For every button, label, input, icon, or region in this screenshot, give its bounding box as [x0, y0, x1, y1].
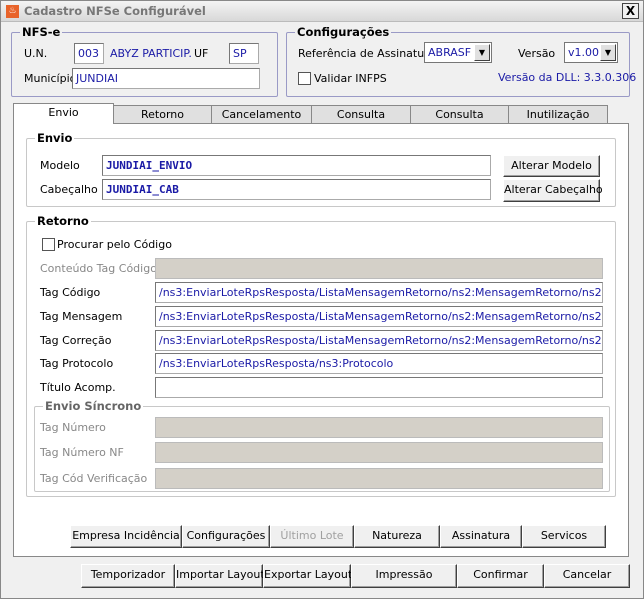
- servicos-button[interactable]: Servicos: [522, 525, 606, 548]
- tag-protocolo-label: Tag Protocolo: [40, 357, 114, 370]
- temporizador-button[interactable]: Temporizador: [81, 564, 175, 588]
- ref-assinatura-value: ABRASF: [428, 46, 472, 59]
- company-name: ABYZ PARTICIP.: [110, 47, 192, 60]
- tab-envio[interactable]: Envio: [13, 103, 114, 124]
- municipio-label: Município: [24, 72, 77, 85]
- alterar-modelo-button[interactable]: Alterar Modelo: [503, 155, 600, 177]
- modelo-label: Modelo: [40, 159, 80, 172]
- empresa-incidencia-button[interactable]: Empresa Incidência: [70, 525, 182, 548]
- tag-numero-field: [155, 417, 603, 438]
- cancelar-button[interactable]: Cancelar: [544, 564, 630, 588]
- assinatura-button[interactable]: Assinatura: [440, 525, 522, 548]
- ultimo-lote-button: Último Lote: [270, 525, 354, 548]
- dll-version: Versão da DLL: 3.3.0.306: [498, 71, 637, 84]
- tag-correcao-field[interactable]: /ns3:EnviarLoteRpsResposta/ListaMensagem…: [155, 330, 603, 351]
- conteudo-tag-field: [155, 258, 603, 279]
- municipio-field[interactable]: JUNDIAI: [72, 68, 260, 89]
- exportar-layout-button[interactable]: Exportar Layout: [263, 564, 352, 588]
- uf-label: UF: [194, 47, 209, 60]
- titulo-acomp-field[interactable]: [155, 377, 603, 398]
- chevron-down-icon[interactable]: ▼: [474, 44, 490, 61]
- tag-numero-nf-label: Tag Número NF: [40, 446, 124, 459]
- tag-cod-verificacao-field: [155, 468, 603, 489]
- retorno-group-title: Retorno: [35, 214, 91, 228]
- tag-mensagem-label: Tag Mensagem: [40, 310, 123, 323]
- impressao-button[interactable]: Impressão: [351, 564, 457, 588]
- tag-protocolo-field[interactable]: /ns3:EnviarLoteRpsResposta/ns3:Protocolo: [155, 353, 603, 374]
- tag-cod-verificacao-label: Tag Cód Verificação: [40, 472, 148, 485]
- tag-correcao-label: Tag Correção: [40, 334, 112, 347]
- tab-cancelamento[interactable]: Cancelamento: [211, 105, 312, 124]
- chevron-down-icon[interactable]: ▼: [600, 44, 616, 61]
- configuracoes-button[interactable]: Configurações: [182, 525, 270, 548]
- cabecalho-label: Cabeçalho: [40, 183, 98, 196]
- tab-retorno[interactable]: Retorno: [113, 105, 212, 124]
- app-icon: ♨: [6, 5, 19, 18]
- tab-consulta-protocolo[interactable]: Consulta Protocolo: [311, 105, 411, 139]
- procurar-codigo-label: Procurar pelo Código: [57, 238, 172, 251]
- tag-numero-label: Tag Número: [40, 421, 106, 434]
- window-title: Cadastro NFSe Configurável: [24, 4, 206, 18]
- uf-field[interactable]: SP: [229, 43, 259, 64]
- un-field[interactable]: 003: [74, 43, 104, 64]
- nfse-group-title: NFS-e: [20, 25, 63, 39]
- envio-sincrono-title: Envio Síncrono: [43, 399, 144, 413]
- conteudo-tag-label: Conteúdo Tag Código: [40, 262, 157, 275]
- versao-value: v1.00: [568, 46, 600, 59]
- window: ♨ Cadastro NFSe Configurável X NFS-e U.N…: [0, 0, 644, 599]
- config-group-title: Configurações: [295, 25, 392, 39]
- title-bar: ♨ Cadastro NFSe Configurável X: [1, 1, 643, 22]
- tag-codigo-label: Tag Código: [40, 286, 101, 299]
- alterar-cabecalho-button[interactable]: Alterar Cabeçalho: [503, 179, 603, 202]
- versao-select[interactable]: v1.00 ▼: [564, 42, 618, 63]
- cabecalho-field[interactable]: JUNDIAI_CAB: [102, 179, 491, 200]
- tab-panel-envio: Envio Modelo JUNDIAI_ENVIO Alterar Model…: [13, 123, 629, 557]
- tab-inutilizacao[interactable]: Inutilização: [508, 105, 608, 124]
- ref-assinatura-select[interactable]: ABRASF ▼: [424, 42, 492, 63]
- envio-group-title: Envio: [35, 131, 75, 145]
- tab-consulta-situacao[interactable]: Consulta Situação: [410, 105, 509, 139]
- titulo-acomp-label: Título Acomp.: [40, 381, 116, 394]
- importar-layout-button[interactable]: Importar Layout: [175, 564, 265, 588]
- natureza-button[interactable]: Natureza: [354, 525, 440, 548]
- tag-mensagem-field[interactable]: /ns3:EnviarLoteRpsResposta/ListaMensagem…: [155, 306, 603, 327]
- procurar-codigo-checkbox[interactable]: [42, 238, 55, 251]
- tag-numero-nf-field: [155, 442, 603, 463]
- validar-infps-label: Validar INFPS: [314, 72, 387, 85]
- versao-label: Versão: [518, 47, 556, 60]
- modelo-field[interactable]: JUNDIAI_ENVIO: [102, 155, 491, 176]
- ref-assinatura-label: Referência de Assinatura: [298, 47, 436, 60]
- close-button[interactable]: X: [622, 3, 639, 19]
- validar-infps-checkbox[interactable]: [298, 72, 311, 85]
- un-label: U.N.: [24, 47, 48, 60]
- tag-codigo-field[interactable]: /ns3:EnviarLoteRpsResposta/ListaMensagem…: [155, 282, 603, 303]
- confirmar-button[interactable]: Confirmar: [457, 564, 544, 588]
